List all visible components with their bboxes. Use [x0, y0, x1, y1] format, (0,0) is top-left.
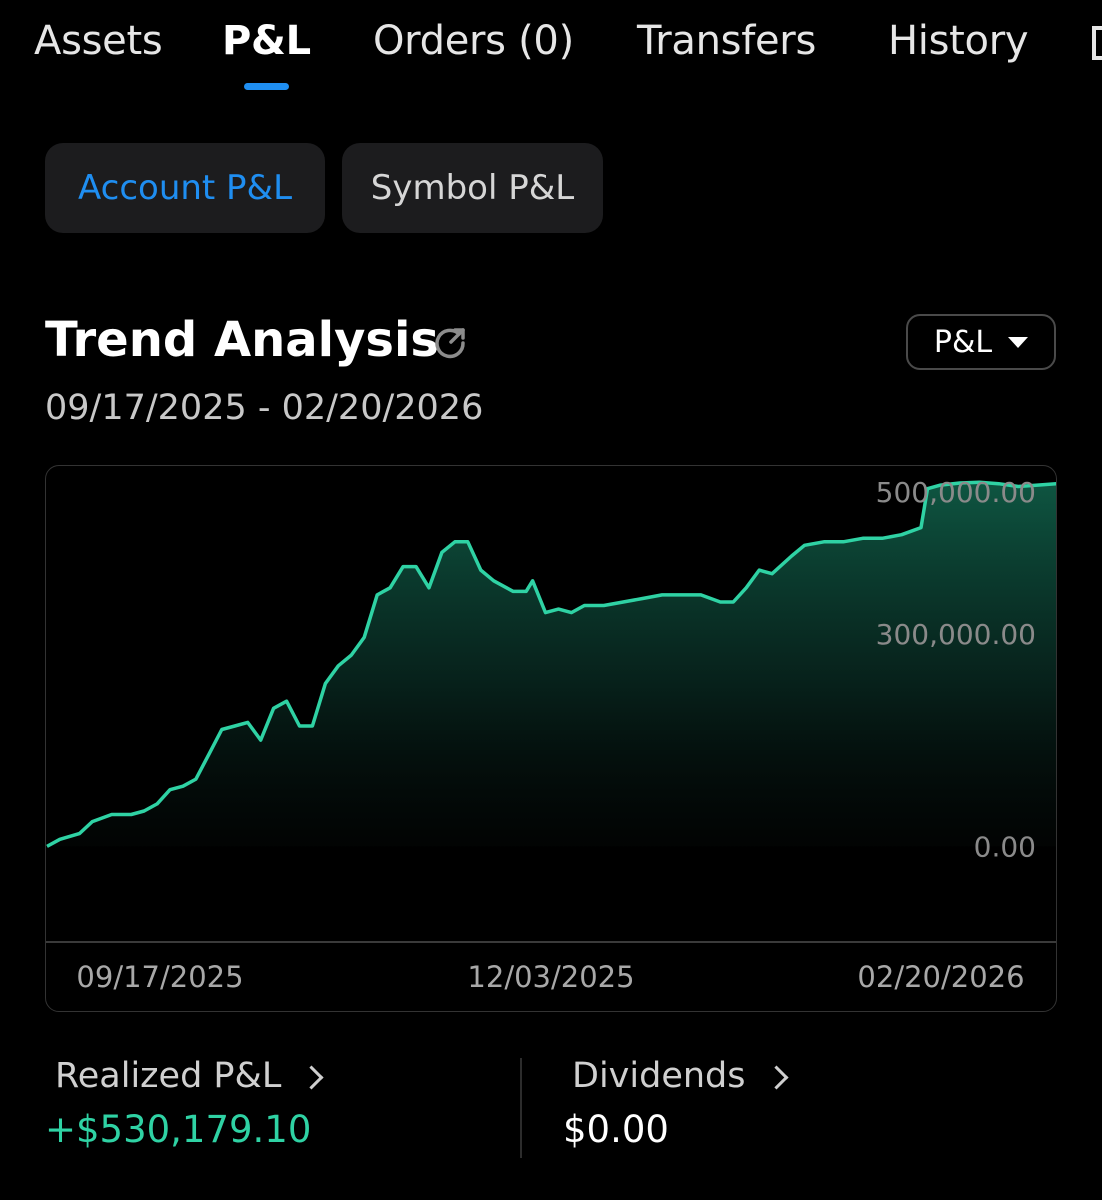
tab-orders[interactable]: Orders (0): [373, 18, 574, 64]
tab-history[interactable]: History: [888, 18, 1029, 64]
pnl-area-fill: [47, 482, 1056, 847]
tab-transfers[interactable]: Transfers: [637, 18, 816, 64]
dividends-value: $0.00: [563, 1108, 669, 1151]
y-tick-label: 0.00: [974, 830, 1036, 863]
caret-down-icon: [1008, 336, 1029, 348]
active-tab-indicator: [244, 83, 289, 90]
tab-pnl[interactable]: P&L: [222, 18, 311, 64]
metric-dropdown-value: P&L: [933, 324, 993, 360]
top-tab-bar: Assets P&L Orders (0) Transfers History: [0, 0, 1102, 100]
chevron-right-icon: [299, 1064, 324, 1090]
x-tick-label: 12/03/2025: [467, 960, 634, 994]
y-tick-label: 300,000.00: [876, 618, 1036, 651]
pnl-chart-svg: 500,000.00 300,000.00 0.00 09/17/2025 12/03…: [46, 476, 1056, 994]
dividends-label: Dividends: [572, 1056, 746, 1096]
y-tick-label: 500,000.00: [876, 476, 1036, 509]
x-tick-label: 02/20/2026: [857, 960, 1024, 994]
tab-assets[interactable]: Assets: [34, 18, 163, 64]
date-range: 09/17/2025 - 02/20/2026: [45, 388, 484, 428]
more-tabs-icon[interactable]: [1092, 26, 1102, 60]
realized-pnl-link[interactable]: Realized P&L: [55, 1056, 324, 1096]
symbol-pnl-button[interactable]: Symbol P&L: [342, 143, 603, 233]
x-tick-label: 09/17/2025: [76, 960, 243, 994]
dividends-link[interactable]: Dividends: [572, 1056, 789, 1096]
pnl-chart[interactable]: 500,000.00 300,000.00 0.00 09/17/2025 12/03…: [45, 465, 1057, 1012]
chevron-right-icon: [763, 1064, 789, 1090]
metric-dropdown[interactable]: P&L: [906, 314, 1056, 370]
realized-pnl-value: +$530,179.10: [45, 1108, 312, 1151]
stats-divider: [520, 1058, 522, 1158]
realized-pnl-label: Realized P&L: [55, 1056, 282, 1096]
share-external-icon[interactable]: [432, 325, 468, 361]
account-pnl-button[interactable]: Account P&L: [45, 143, 325, 233]
trend-analysis-title: Trend Analysis: [45, 312, 439, 368]
